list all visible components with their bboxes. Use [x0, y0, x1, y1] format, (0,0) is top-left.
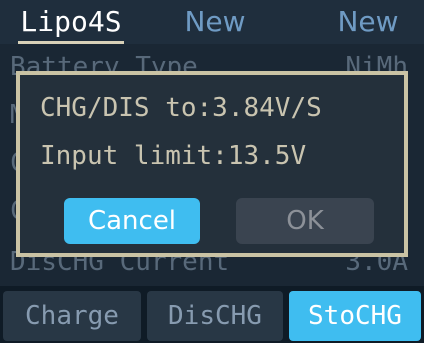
- tab-lipo4s[interactable]: Lipo4S: [8, 0, 134, 44]
- storage-charge-button[interactable]: StoCHG: [289, 291, 421, 341]
- cancel-button[interactable]: Cancel: [64, 198, 200, 244]
- charge-button[interactable]: Charge: [3, 291, 141, 341]
- confirm-dialog: CHG/DIS to:3.84V/S Input limit:13.5V Can…: [16, 71, 408, 257]
- tab-new-1[interactable]: New: [160, 0, 270, 44]
- dialog-cutoff-voltage-text: CHG/DIS to:3.84V/S: [40, 93, 322, 123]
- charger-screen: Lipo4S New New Battery Type NiMh M C C D…: [0, 0, 424, 343]
- profile-tab-bar: Lipo4S New New: [0, 0, 424, 44]
- mode-button-bar: Charge DisCHG StoCHG: [0, 286, 424, 343]
- dialog-input-limit-text: Input limit:13.5V: [40, 141, 307, 171]
- ok-button[interactable]: OK: [236, 198, 374, 244]
- tab-new-2[interactable]: New: [318, 0, 418, 44]
- discharge-button[interactable]: DisCHG: [147, 291, 283, 341]
